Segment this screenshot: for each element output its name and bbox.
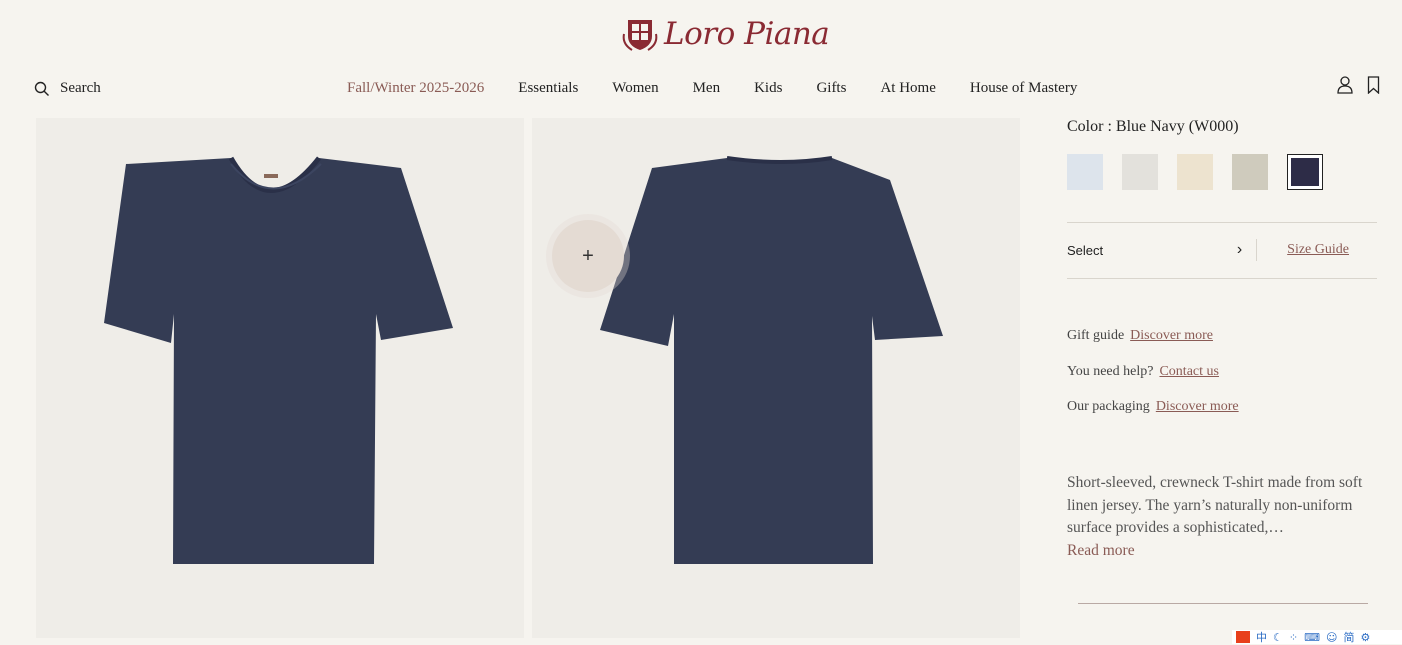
chevron-right-icon[interactable]: › (1237, 241, 1242, 259)
nav-item-women[interactable]: Women (612, 80, 658, 97)
tray-keyboard-icon[interactable]: ⌨ (1304, 631, 1320, 644)
read-more-link[interactable]: Read more (1067, 542, 1135, 560)
brand-logo[interactable]: Loro Piana (620, 12, 830, 56)
packaging-text: Our packaging (1067, 399, 1150, 414)
product-image-back[interactable] (532, 118, 1020, 638)
help-text: You need help? (1067, 364, 1154, 379)
product-image-front[interactable] (36, 118, 524, 638)
tshirt-back-image (600, 156, 943, 564)
crest-icon (622, 20, 658, 51)
swatch-cream[interactable] (1177, 154, 1213, 190)
swatch-taupe[interactable] (1232, 154, 1268, 190)
contact-us-link[interactable]: Contact us (1159, 364, 1219, 379)
ime-simplified-indicator[interactable]: 简 (1343, 629, 1354, 645)
tray-smiley-icon[interactable]: ☺ (1326, 631, 1337, 644)
account-icon[interactable] (1337, 76, 1353, 94)
gift-guide-row: Gift guide Discover more (1067, 328, 1213, 344)
divider (1067, 278, 1377, 279)
nav-item-gifts[interactable]: Gifts (816, 80, 846, 97)
nav-item-essentials[interactable]: Essentials (518, 80, 578, 97)
nav-item-men[interactable]: Men (693, 80, 721, 97)
size-select-row: Select › Size Guide (1067, 230, 1377, 270)
tray-moon-icon[interactable]: ☾ (1273, 631, 1283, 644)
color-label: Color : Blue Navy (W000) (1067, 118, 1239, 135)
search-icon (34, 81, 49, 96)
help-row: You need help? Contact us (1067, 364, 1219, 380)
size-select[interactable]: Select (1067, 243, 1237, 258)
product-description: Short-sleeved, crewneck T-shirt made fro… (1067, 474, 1363, 536)
swatch-light-grey[interactable] (1122, 154, 1158, 190)
header-actions (1337, 76, 1380, 94)
swatch-blue-navy[interactable] (1287, 154, 1323, 190)
nav-item-fall-winter[interactable]: Fall/Winter 2025-2026 (347, 80, 484, 97)
tray-settings-icon[interactable]: ⚙ (1360, 631, 1370, 644)
divider (1256, 239, 1258, 261)
color-swatches (1067, 154, 1323, 190)
size-guide-link[interactable]: Size Guide (1287, 242, 1349, 258)
swatch-light-blue[interactable] (1067, 154, 1103, 190)
bookmark-icon[interactable] (1367, 76, 1380, 94)
tray-dots-icon[interactable]: ⁘ (1289, 631, 1298, 644)
divider (1067, 222, 1377, 223)
tray-app-icon[interactable] (1236, 631, 1250, 643)
gift-guide-link[interactable]: Discover more (1130, 328, 1213, 343)
zoom-button[interactable]: + (552, 220, 624, 292)
nav-item-kids[interactable]: Kids (754, 80, 782, 97)
gift-guide-text: Gift guide (1067, 328, 1125, 343)
search-button[interactable]: Search (34, 80, 101, 97)
nav-item-at-home[interactable]: At Home (880, 80, 935, 97)
main-nav: Fall/Winter 2025-2026 Essentials Women M… (347, 80, 1111, 97)
packaging-row: Our packaging Discover more (1067, 399, 1239, 415)
packaging-link[interactable]: Discover more (1156, 399, 1239, 414)
system-tray: 中 ☾ ⁘ ⌨ ☺ 简 ⚙ (1232, 630, 1402, 644)
brand-wordmark: Loro Piana (664, 16, 830, 52)
nav-item-house-of-mastery[interactable]: House of Mastery (970, 80, 1077, 97)
accordion-divider (1078, 603, 1368, 604)
search-label: Search (60, 80, 101, 96)
ime-chinese-indicator[interactable]: 中 (1256, 629, 1267, 645)
tshirt-front-image (104, 156, 453, 564)
